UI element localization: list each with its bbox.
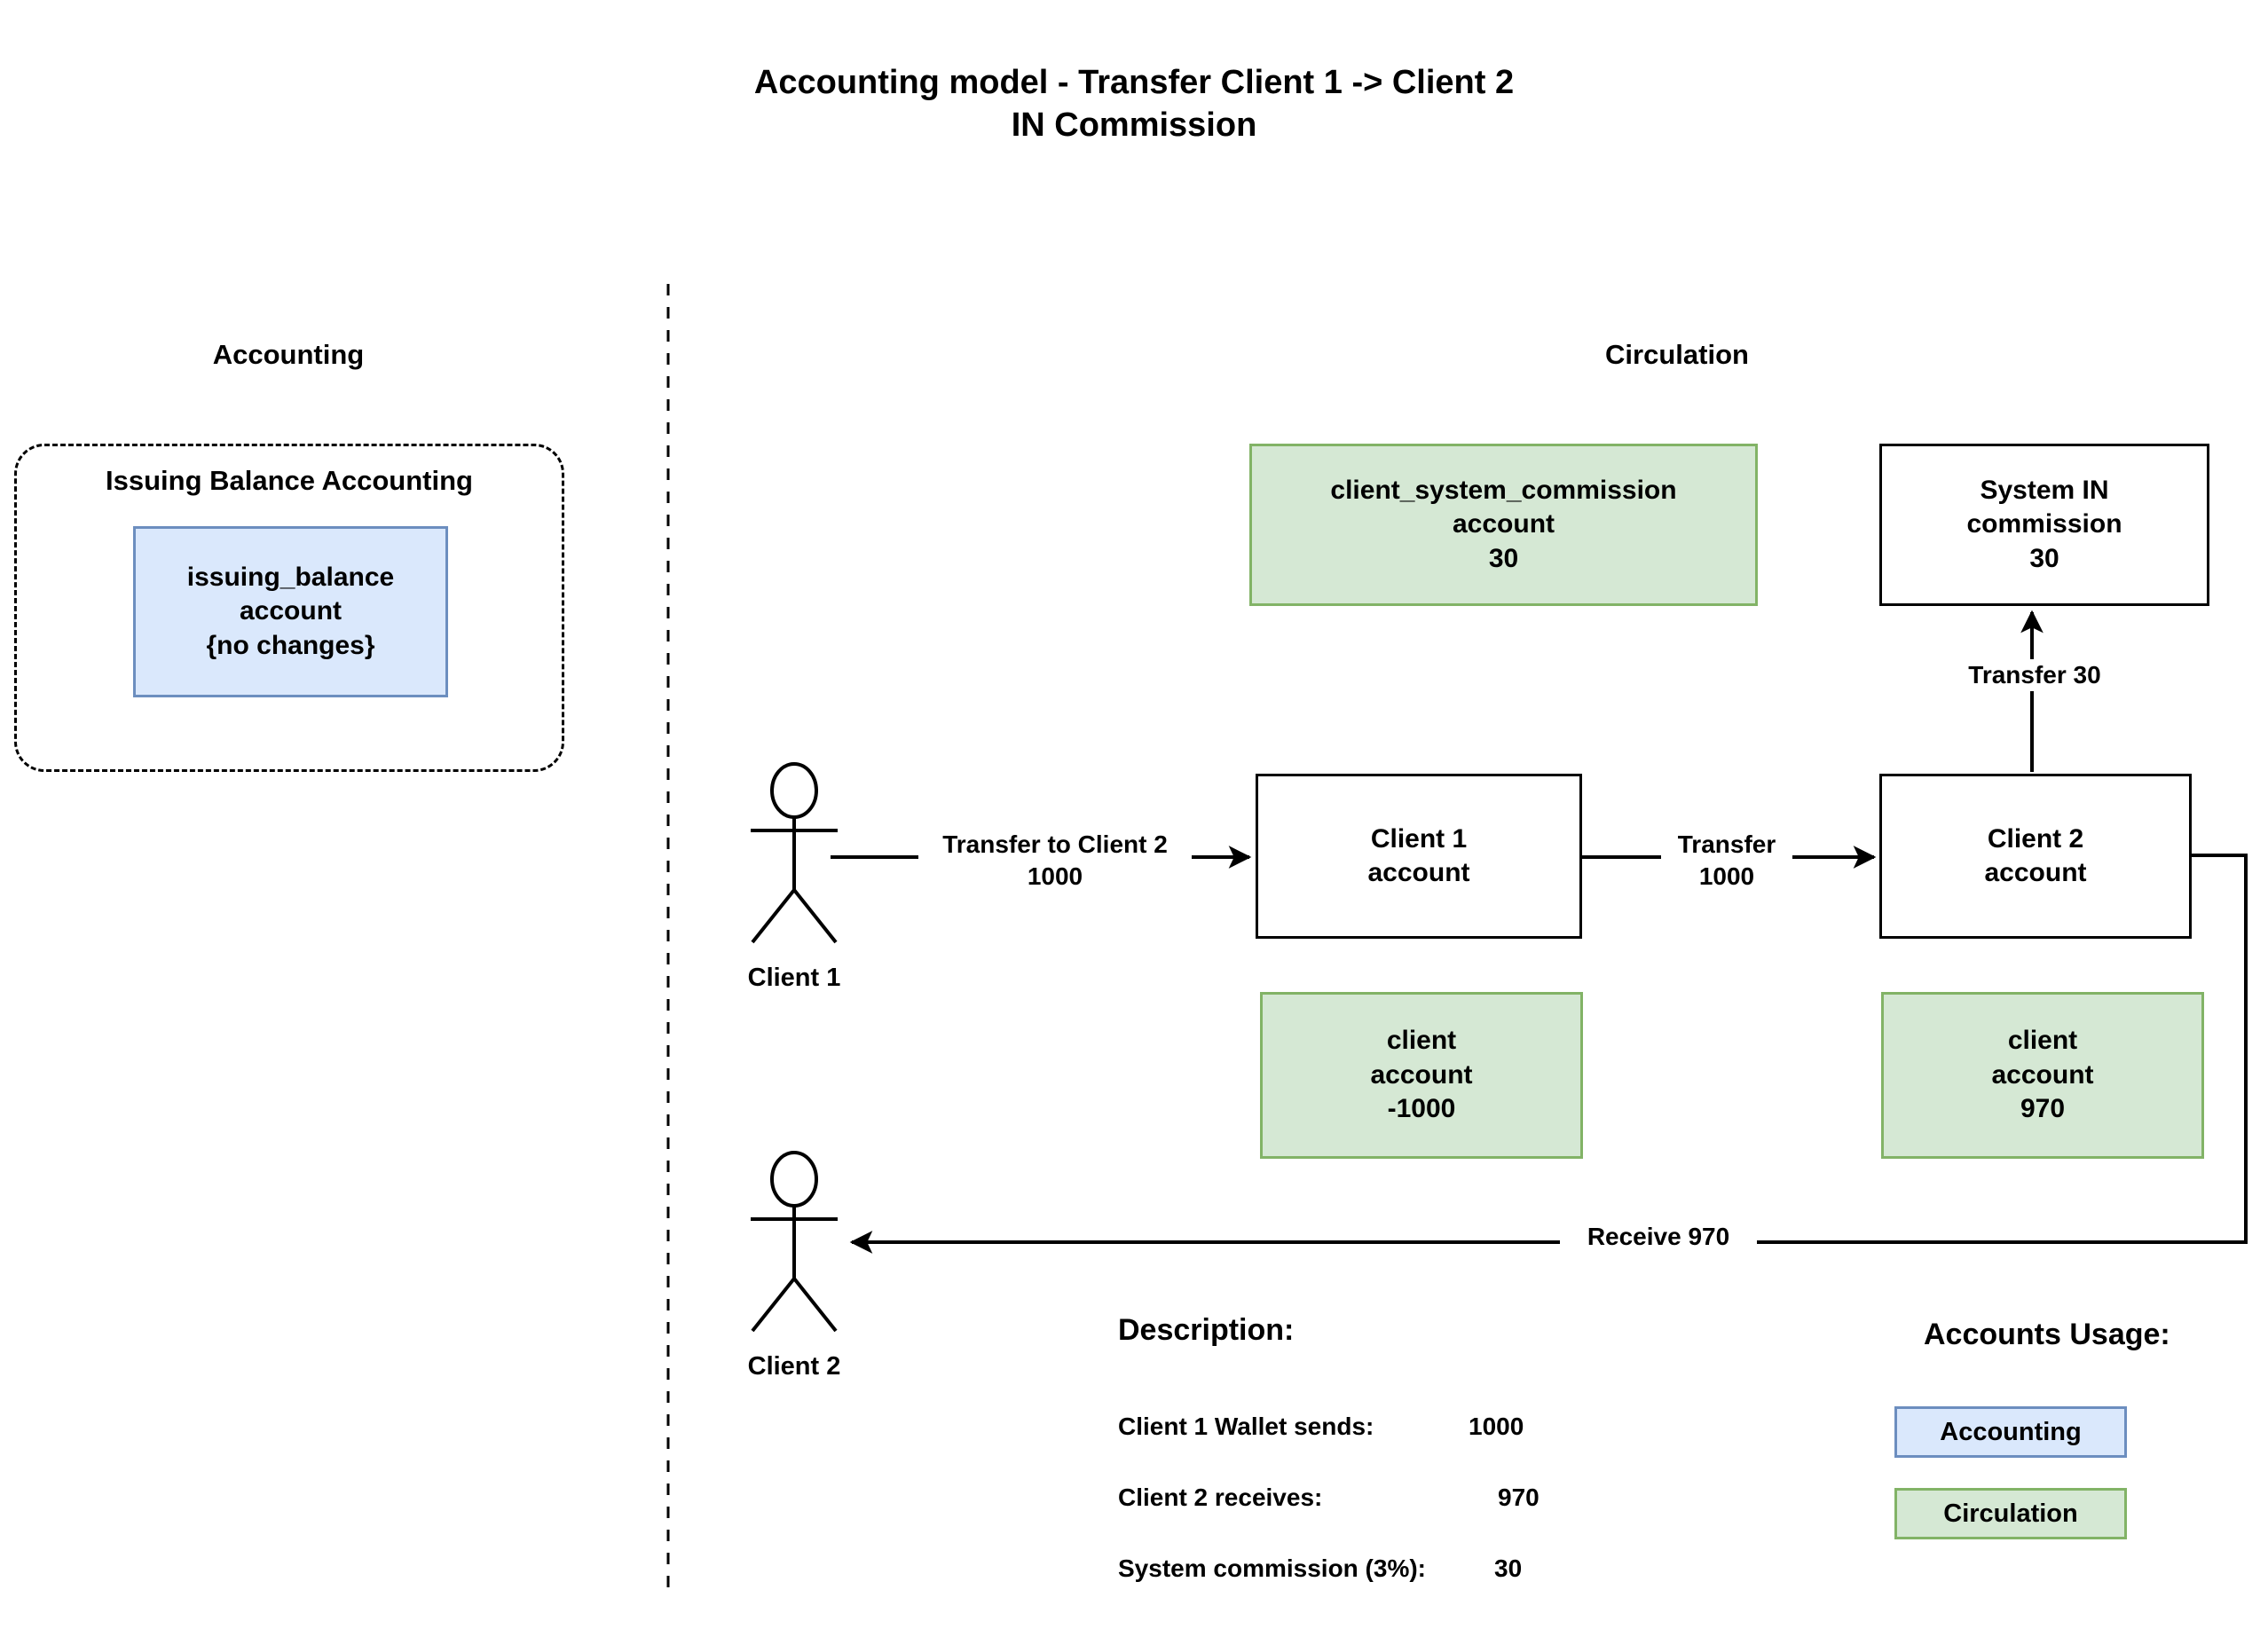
client-system-commission-kind: account — [1452, 509, 1555, 539]
edge-label-transfer: Transfer 1000 — [1661, 829, 1792, 893]
client1-account-line2: account — [1367, 858, 1470, 887]
issuing-balance-accounting-title: Issuing Balance Accounting — [106, 465, 473, 496]
actor-client2-figure — [751, 1151, 838, 1333]
description-row-1: Client 1 Wallet sends: 1000 — [1118, 1413, 1524, 1441]
client2-balance-value: 970 — [2020, 1094, 2066, 1124]
issuing-balance-account-value: {no changes} — [206, 630, 375, 660]
client2-account-line2: account — [1984, 858, 2087, 887]
edge-label-receive-970: Receive 970 — [1560, 1221, 1757, 1254]
diagram-canvas: Accounting model - Transfer Client 1 -> … — [0, 0, 2268, 1637]
client1-balance-node[interactable]: client account -1000 — [1260, 992, 1583, 1159]
description-row-3-key: System commission (3%): — [1118, 1554, 1426, 1582]
client1-balance-name: client — [1386, 1026, 1457, 1056]
client1-balance-value: -1000 — [1387, 1094, 1456, 1124]
accounts-usage-heading: Accounts Usage: — [1924, 1318, 2170, 1351]
actor-label-client1: Client 1 — [747, 964, 841, 992]
edge-label-transfer-to-client2-line1: Transfer to Client 2 — [942, 830, 1168, 858]
description-heading: Description: — [1118, 1313, 1295, 1347]
system-in-commission-line1: System IN — [1980, 475, 2109, 505]
edge-label-transfer-line1: Transfer — [1677, 830, 1776, 858]
client2-balance-kind: account — [1991, 1059, 2094, 1090]
legend-item-circulation[interactable]: Circulation — [1894, 1488, 2127, 1539]
description-row-1-key: Client 1 Wallet sends: — [1118, 1413, 1374, 1440]
system-in-commission-line2: commission — [1966, 509, 2122, 539]
client1-account-node[interactable]: Client 1 account — [1256, 774, 1582, 939]
page-title: Accounting model - Transfer Client 1 -> … — [0, 62, 2268, 146]
legend-item-accounting[interactable]: Accounting — [1894, 1406, 2127, 1458]
client-system-commission-value: 30 — [1488, 543, 1519, 573]
client2-balance-name: client — [2007, 1026, 2078, 1056]
edge-label-transfer-to-client2: Transfer to Client 2 1000 — [918, 829, 1192, 893]
edge-label-transfer-30: Transfer 30 — [1933, 659, 2137, 692]
issuing-balance-account-kind: account — [239, 596, 343, 626]
actor-label-client2: Client 2 — [747, 1352, 841, 1381]
edge-label-transfer-line2: 1000 — [1698, 862, 1755, 891]
actor-client1-figure — [751, 762, 838, 944]
page-title-line2: IN Commission — [1011, 106, 1257, 144]
client-system-commission-name: client_system_commission — [1330, 475, 1677, 505]
client1-account-line1: Client 1 — [1370, 823, 1468, 854]
client2-account-line1: Client 2 — [1987, 823, 2084, 854]
client2-balance-node[interactable]: client account 970 — [1881, 992, 2204, 1159]
zone-label-circulation: Circulation — [1605, 339, 1749, 370]
description-row-3: System commission (3%): 30 — [1118, 1554, 1522, 1583]
description-row-2: Client 2 receives: 970 — [1118, 1484, 1540, 1512]
zone-label-accounting: Accounting — [212, 339, 365, 370]
legend-item-circulation-label: Circulation — [1943, 1499, 2078, 1528]
system-in-commission-value: 30 — [2029, 543, 2059, 573]
edge-label-transfer-to-client2-line2: 1000 — [1027, 862, 1083, 891]
description-row-2-key: Client 2 receives: — [1118, 1484, 1323, 1511]
description-row-1-value: 1000 — [1469, 1413, 1524, 1440]
issuing-balance-account-node[interactable]: issuing_balance account {no changes} — [133, 526, 448, 697]
legend-item-accounting-label: Accounting — [1940, 1417, 2082, 1446]
page-title-line1: Accounting model - Transfer Client 1 -> … — [753, 64, 1515, 101]
system-in-commission-node[interactable]: System IN commission 30 — [1879, 444, 2209, 606]
client2-account-node[interactable]: Client 2 account — [1879, 774, 2192, 939]
issuing-balance-account-name: issuing_balance — [186, 562, 395, 592]
description-row-3-value: 30 — [1494, 1554, 1523, 1582]
client1-balance-kind: account — [1370, 1059, 1473, 1090]
description-row-2-value: 970 — [1498, 1484, 1540, 1511]
client-system-commission-account-node[interactable]: client_system_commission account 30 — [1249, 444, 1758, 606]
